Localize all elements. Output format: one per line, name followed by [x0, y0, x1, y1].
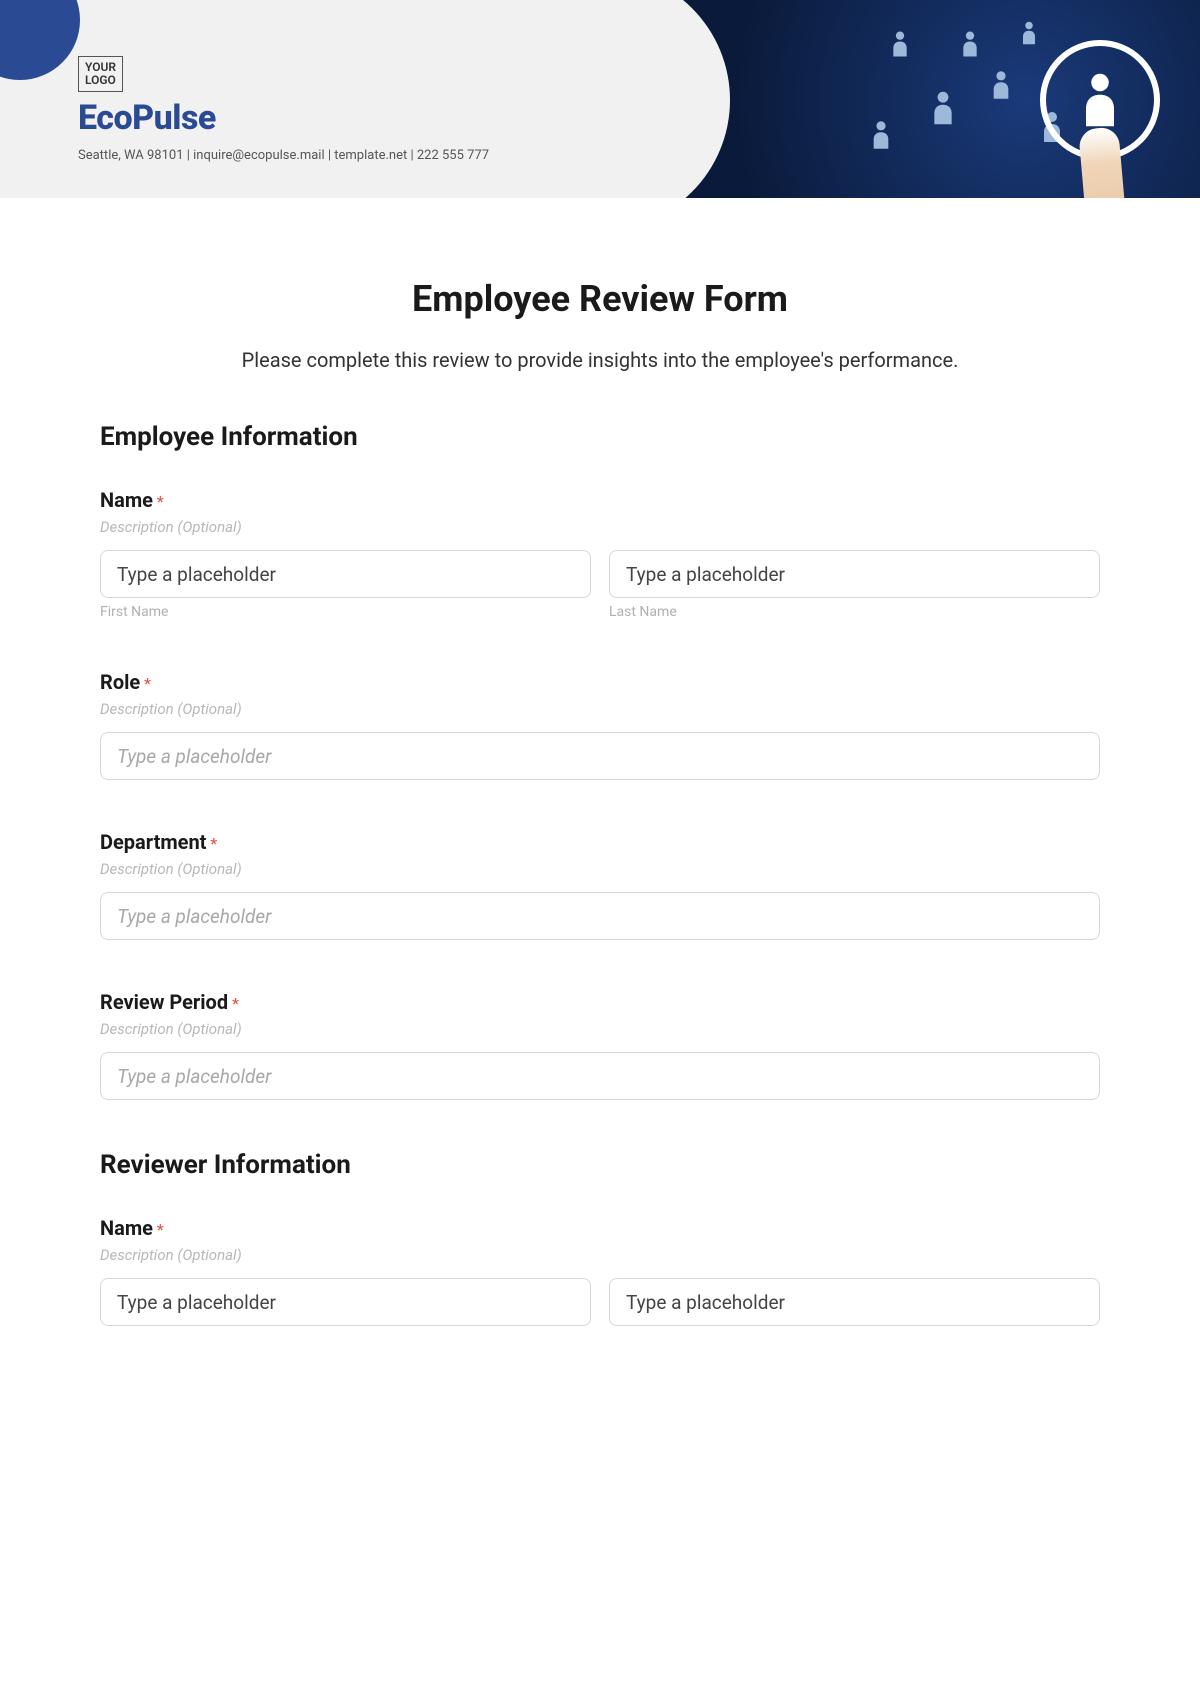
reviewer-info-section: Reviewer Information Name * Description …: [100, 1150, 1100, 1326]
reviewer-info-heading: Reviewer Information: [100, 1150, 1100, 1180]
name-description: Description (Optional): [100, 518, 1100, 536]
reviewer-name-field-group: Name * Description (Optional): [100, 1216, 1100, 1326]
decorative-circle: [0, 0, 80, 80]
reviewer-name-label: Name: [100, 1216, 153, 1240]
header-banner: YOUR LOGO EcoPulse Seattle, WA 98101 | i…: [0, 0, 1200, 198]
form-intro: Please complete this review to provide i…: [100, 348, 1100, 372]
person-icon: [1079, 71, 1121, 129]
department-description: Description (Optional): [100, 860, 1100, 878]
required-marker: *: [232, 994, 239, 1013]
company-name: EcoPulse: [78, 98, 489, 138]
person-icon: [890, 30, 910, 58]
logo-placeholder: YOUR LOGO: [78, 56, 123, 92]
reviewer-first-name-input[interactable]: [100, 1278, 591, 1326]
employee-info-heading: Employee Information: [100, 422, 1100, 452]
role-label: Role: [100, 670, 140, 694]
review-period-input[interactable]: [100, 1052, 1100, 1100]
department-field-group: Department * Description (Optional): [100, 830, 1100, 940]
required-marker: *: [144, 674, 151, 693]
required-marker: *: [157, 492, 164, 511]
reviewer-name-description: Description (Optional): [100, 1246, 1100, 1264]
name-label: Name: [100, 488, 153, 512]
department-label: Department: [100, 830, 206, 854]
person-icon: [930, 90, 956, 126]
reviewer-last-name-input[interactable]: [609, 1278, 1100, 1326]
logo-block: YOUR LOGO EcoPulse Seattle, WA 98101 | i…: [78, 56, 489, 163]
hero-image: [620, 0, 1200, 198]
name-field-group: Name * Description (Optional) First Name…: [100, 488, 1100, 620]
person-icon: [1020, 20, 1038, 46]
review-period-description: Description (Optional): [100, 1020, 1100, 1038]
required-marker: *: [157, 1220, 164, 1239]
department-input[interactable]: [100, 892, 1100, 940]
review-period-field-group: Review Period * Description (Optional): [100, 990, 1100, 1100]
logo-line2: LOGO: [85, 74, 116, 87]
role-description: Description (Optional): [100, 700, 1100, 718]
company-info: Seattle, WA 98101 | inquire@ecopulse.mai…: [78, 148, 489, 163]
person-icon: [870, 120, 892, 150]
last-name-sublabel: Last Name: [609, 604, 1100, 620]
first-name-input[interactable]: [100, 550, 591, 598]
person-icon: [960, 30, 980, 58]
first-name-sublabel: First Name: [100, 604, 591, 620]
role-input[interactable]: [100, 732, 1100, 780]
required-marker: *: [210, 834, 217, 853]
form-title: Employee Review Form: [100, 278, 1100, 320]
role-field-group: Role * Description (Optional): [100, 670, 1100, 780]
main-content: Employee Review Form Please complete thi…: [0, 198, 1200, 1346]
person-icon: [990, 70, 1012, 100]
last-name-input[interactable]: [609, 550, 1100, 598]
review-period-label: Review Period: [100, 990, 228, 1014]
hero-curve: [620, 0, 730, 198]
